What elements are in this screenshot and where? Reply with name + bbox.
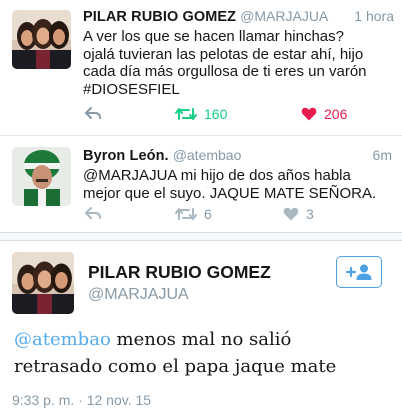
like-count: 3 xyxy=(306,206,314,222)
retweet-count: 6 xyxy=(204,206,212,222)
mention-link[interactable]: @atembao xyxy=(14,329,111,350)
retweet-button[interactable]: 160 xyxy=(175,106,227,122)
tweet-timestamp: 9:33 p. m. · 12 nov. 15 xyxy=(12,392,152,408)
tweet-actions: 160 206 xyxy=(83,106,392,126)
tweet-pilar[interactable]: PILAR RUBIO GOMEZ @MARJAJUA 1 hora A ver … xyxy=(0,0,402,136)
tweet-line: mejor que el suyo. JAQUE MATE SEÑORA. xyxy=(83,184,377,202)
retweet-count: 160 xyxy=(204,106,228,122)
tweet-text-rest: menos mal no salió xyxy=(110,329,292,350)
author-name[interactable]: PILAR RUBIO GOMEZ xyxy=(88,262,271,283)
avatar-byron[interactable] xyxy=(12,147,71,206)
tweet-line: @MARJAJUA mi hijo de dos años habla xyxy=(83,167,351,184)
retweet-icon xyxy=(175,208,197,220)
reply-icon xyxy=(85,207,101,219)
like-count: 206 xyxy=(324,106,348,122)
tweet-text: A ver los que se hacen llamar hinchas? o… xyxy=(83,28,392,98)
avatar-pilar[interactable] xyxy=(12,10,71,69)
author-handle[interactable]: @MARJAJUA xyxy=(88,286,189,304)
like-button[interactable]: 206 xyxy=(301,106,347,122)
follow-user-icon xyxy=(345,264,372,280)
tweet-line: cada día más orgullosa de ti eres un var… xyxy=(83,63,367,80)
tweet-time: 1 hora xyxy=(354,8,394,24)
tweet-detail: PILAR RUBIO GOMEZ @MARJAJUA @atembao men… xyxy=(0,242,402,412)
tweet-actions: 6 3 xyxy=(83,206,392,226)
tweet-line: #DIOSESFIEL xyxy=(83,80,180,98)
tweet-time: 6m xyxy=(372,147,392,163)
avatar-pilar[interactable] xyxy=(12,252,74,314)
reply-button[interactable] xyxy=(85,106,101,120)
tweet-line: A ver los que se hacen llamar hinchas? xyxy=(83,28,344,45)
retweet-icon xyxy=(175,108,197,120)
reply-button[interactable] xyxy=(85,206,101,220)
tweet-line: retrasado como el papa jaque mate xyxy=(14,356,337,377)
like-button[interactable]: 3 xyxy=(283,206,314,222)
tweet-text: @MARJAJUA mi hijo de dos años habla mejo… xyxy=(83,167,392,202)
heart-icon xyxy=(301,107,317,121)
tweet-text: @atembao menos mal no salió retrasado co… xyxy=(14,326,392,380)
author-handle[interactable]: @atembao xyxy=(173,147,242,163)
retweet-button[interactable]: 6 xyxy=(175,206,212,222)
tweet-byron[interactable]: Byron León. @atembao 6m @MARJAJUA mi hijo… xyxy=(0,136,402,233)
tweet-line: ojalá tuvieran las pelotas de estar ahí,… xyxy=(83,45,364,63)
heart-icon xyxy=(283,207,299,221)
section-divider xyxy=(0,233,402,241)
author-handle[interactable]: @MARJAJUA xyxy=(240,8,328,24)
author-name[interactable]: PILAR RUBIO GOMEZ xyxy=(83,9,236,25)
reply-icon xyxy=(85,107,101,119)
author-name[interactable]: Byron León. xyxy=(83,148,169,164)
follow-button[interactable] xyxy=(336,256,382,288)
